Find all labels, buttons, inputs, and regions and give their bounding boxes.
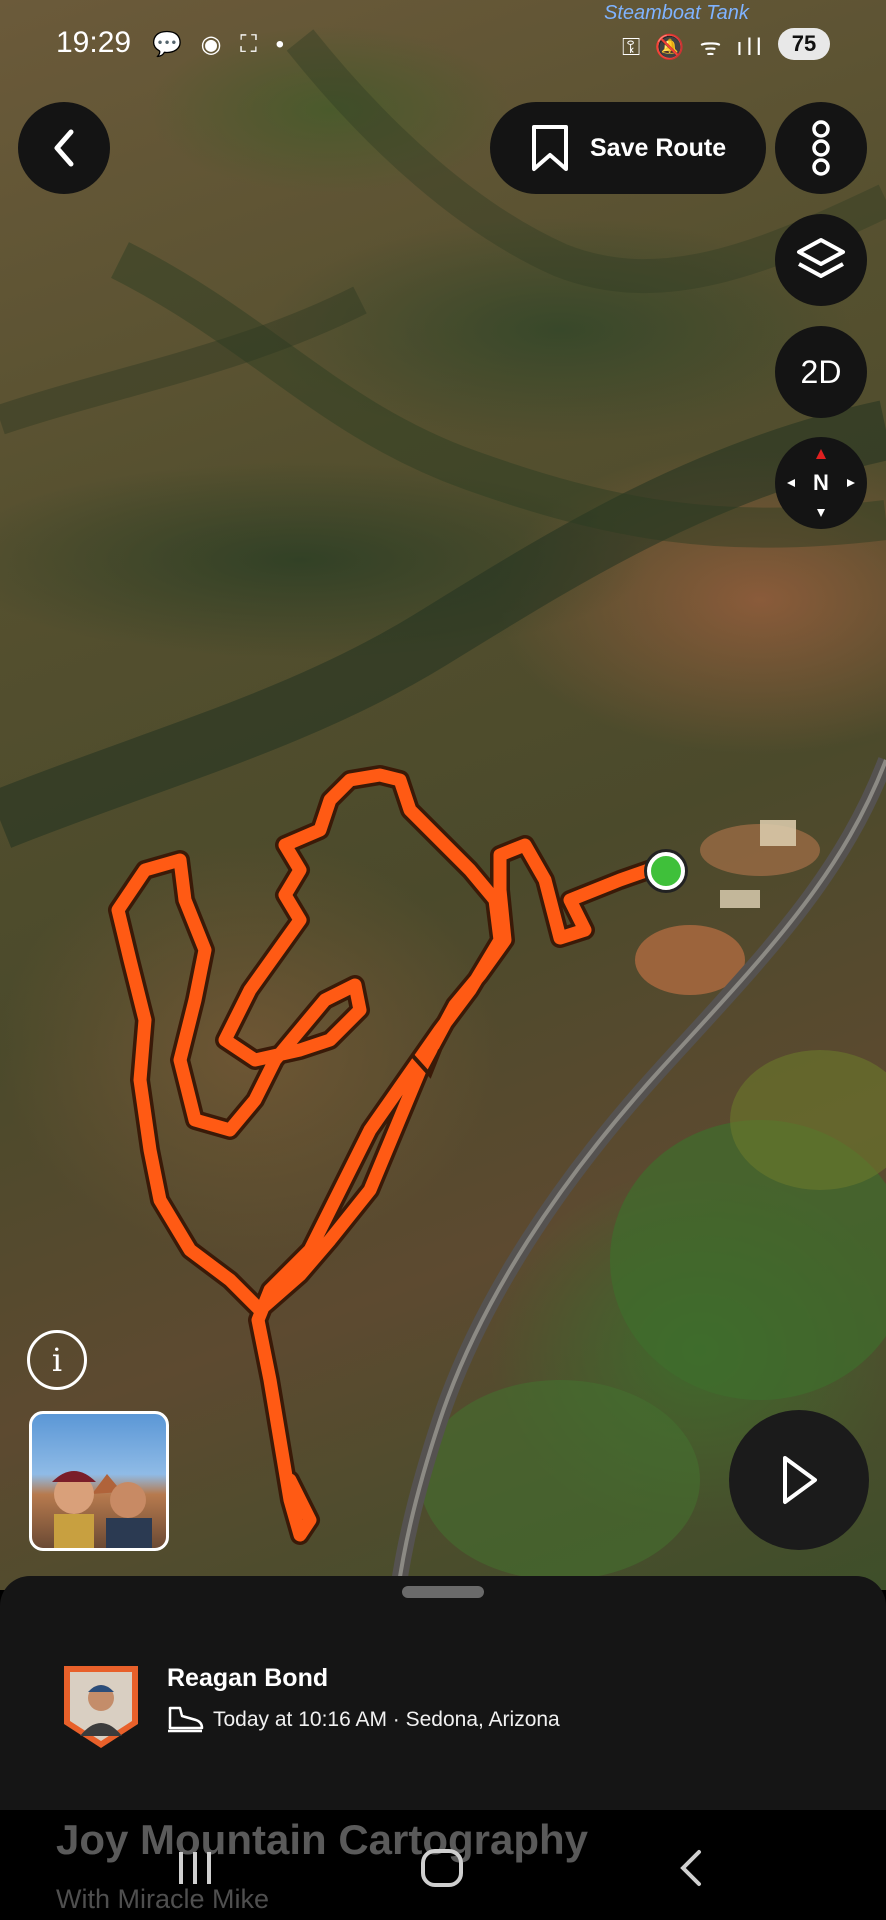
- save-route-label: Save Route: [590, 133, 727, 162]
- info-icon: i: [51, 1341, 63, 1379]
- bookmark-icon: [532, 125, 568, 171]
- play-button[interactable]: [729, 1410, 869, 1550]
- hiking-shoe-icon: [168, 1706, 204, 1733]
- author-name[interactable]: Reagan Bond: [167, 1664, 328, 1693]
- activity-meta: Today at 10:16 AM · Sedona, Arizona: [213, 1708, 560, 1731]
- nav-home-button[interactable]: [407, 1838, 477, 1898]
- notification-icons: 💬 ◉ ⛶ •: [152, 31, 291, 58]
- more-vertical-icon: [812, 120, 830, 176]
- avatar-badge: [64, 1666, 138, 1748]
- compass-north-label: N: [813, 470, 829, 495]
- layers-button[interactable]: [775, 214, 867, 306]
- compass-button[interactable]: N: [775, 437, 867, 529]
- map-view[interactable]: Steamboat Tank: [0, 0, 886, 1590]
- play-icon: [783, 1456, 817, 1504]
- sheet-drag-handle[interactable]: [402, 1586, 484, 1598]
- back-icon: [680, 1850, 701, 1886]
- avatar[interactable]: [62, 1664, 140, 1750]
- save-route-button[interactable]: Save Route: [490, 102, 766, 194]
- nav-recents-button[interactable]: [160, 1838, 230, 1898]
- route-track: [108, 765, 670, 1545]
- status-time: 19:29: [56, 26, 132, 59]
- chevron-left-icon: [54, 129, 74, 167]
- recents-icon: [179, 1852, 211, 1884]
- photo-thumbnail[interactable]: [29, 1411, 169, 1551]
- view-mode-label: 2D: [800, 353, 842, 390]
- layers-icon: [797, 238, 845, 278]
- system-status-icons: ⚿ 🔕 ᯤ ıll: [622, 34, 766, 61]
- battery-indicator: 75: [778, 28, 830, 60]
- home-icon: [421, 1849, 463, 1887]
- start-marker[interactable]: [647, 852, 685, 890]
- view-mode-2d-button[interactable]: 2D: [775, 326, 867, 418]
- back-button[interactable]: [18, 102, 110, 194]
- nav-back-button[interactable]: [656, 1838, 726, 1898]
- more-options-button[interactable]: [775, 102, 867, 194]
- selfie-photo: [52, 1471, 152, 1548]
- info-button[interactable]: i: [27, 1330, 87, 1390]
- status-bar: 19:29 💬 ◉ ⛶ • ⚿ 🔕 ᯤ ıll 75: [0, 0, 886, 88]
